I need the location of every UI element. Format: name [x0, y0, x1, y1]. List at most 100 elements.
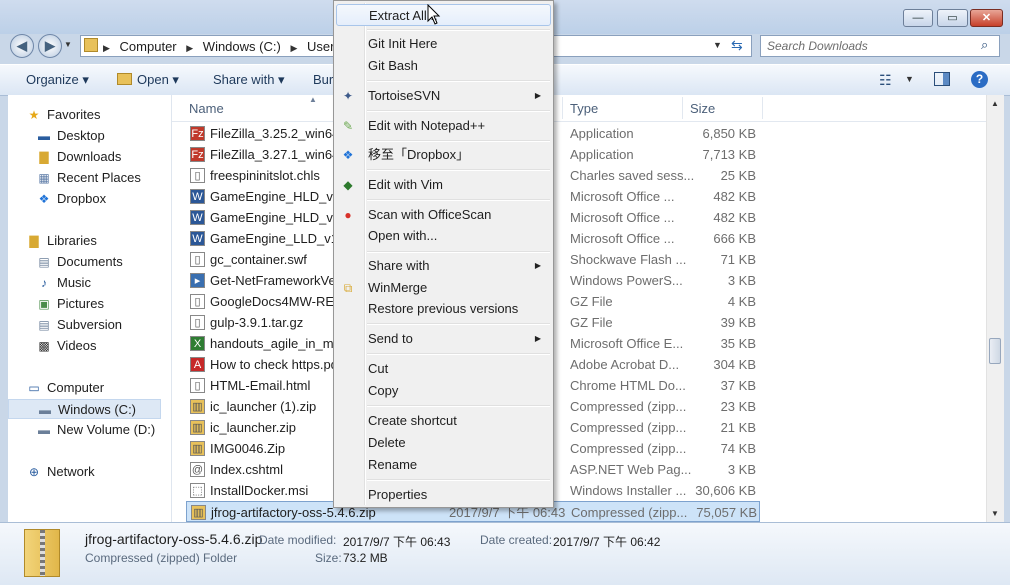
recent-places-icon: ▦ — [38, 171, 50, 185]
file-size: 482 KB — [713, 189, 756, 204]
menu-tortoisesvn[interactable]: ✦ TortoiseSVN ▶ — [336, 85, 551, 107]
scroll-down-icon[interactable]: ▼ — [991, 509, 999, 518]
nav-dropbox[interactable]: ❖ Dropbox — [36, 189, 107, 209]
close-button[interactable]: ✕ — [970, 9, 1003, 27]
open-button[interactable]: Open ▾ — [137, 72, 179, 88]
menu-winmerge[interactable]: ⧉ WinMerge — [336, 277, 551, 299]
nav-computer[interactable]: ▭ Computer — [26, 378, 104, 398]
menu-open-with[interactable]: Open with... — [336, 225, 551, 247]
file-size: 3 KB — [727, 273, 756, 288]
file-type: Adobe Acrobat D... — [570, 357, 680, 372]
menu-cut[interactable]: Cut — [336, 358, 551, 380]
nav-music[interactable]: ♪ Music — [36, 273, 91, 293]
column-divider — [682, 97, 683, 119]
desktop-icon: ▬ — [38, 129, 50, 143]
nav-recent-places[interactable]: ▦ Recent Places — [36, 168, 141, 188]
file-size: 74 KB — [720, 441, 756, 456]
menu-separator — [367, 199, 550, 201]
file-size: 25 KB — [720, 168, 756, 183]
file-type: ASP.NET Web Pag... — [570, 462, 692, 477]
file-size: 21 KB — [720, 420, 756, 435]
file-type: Compressed (zipp... — [570, 420, 687, 435]
submenu-arrow-icon: ▶ — [534, 261, 541, 270]
menu-separator — [367, 353, 550, 355]
chevron-right-icon: ▶ — [103, 43, 110, 53]
file-name: GameEngine_HLD_v1.2 — [210, 210, 351, 225]
nav-videos[interactable]: ▩ Videos — [36, 336, 96, 356]
back-button[interactable]: ◀ — [10, 34, 34, 58]
file-size: 23 KB — [720, 399, 756, 414]
help-icon[interactable]: ? — [971, 71, 988, 88]
column-type[interactable]: Type — [570, 101, 598, 116]
scroll-thumb[interactable] — [989, 338, 1001, 364]
search-box[interactable]: Search Downloads ⌕ — [760, 35, 1000, 57]
file-type: Microsoft Office E... — [570, 336, 684, 351]
history-dropdown-icon[interactable]: ▼ — [64, 40, 72, 49]
file-name: IMG0046.Zip — [210, 441, 286, 456]
drive-icon: ▬ — [38, 423, 50, 437]
nav-desktop[interactable]: ▬ Desktop — [36, 126, 105, 146]
vertical-scrollbar[interactable]: ▲ ▼ — [986, 95, 1004, 522]
nav-pictures[interactable]: ▣ Pictures — [36, 294, 104, 314]
music-icon: ♪ — [41, 276, 47, 290]
column-size[interactable]: Size — [690, 101, 715, 116]
menu-send-to[interactable]: Send to ▶ — [336, 328, 551, 350]
menu-edit-with-vim[interactable]: ◆ Edit with Vim — [336, 174, 551, 196]
nav-documents[interactable]: ▤ Documents — [36, 252, 122, 272]
file-name: Get-NetFrameworkVers — [210, 273, 347, 288]
menu-rename[interactable]: Rename — [336, 454, 551, 476]
share-with-button[interactable]: Share with ▾ — [213, 72, 285, 88]
minimize-button[interactable]: — — [903, 9, 933, 27]
menu-create-shortcut[interactable]: Create shortcut — [336, 410, 551, 432]
file-size: 3 KB — [727, 462, 756, 477]
menu-delete[interactable]: Delete — [336, 432, 551, 454]
details-pane: jfrog-artifactory-oss-5.4.6.zip Compress… — [0, 522, 1010, 585]
maximize-button[interactable]: ▭ — [937, 9, 968, 27]
menu-share-with[interactable]: Share with ▶ — [336, 255, 551, 277]
menu-extract-all[interactable]: Extract All... — [336, 4, 551, 26]
forward-button[interactable]: ▶ — [38, 34, 62, 58]
nav-new-volume-d[interactable]: ▬ New Volume (D:) — [36, 420, 155, 440]
search-icon[interactable]: ⌕ — [981, 37, 988, 53]
nav-subversion[interactable]: ▤ Subversion — [36, 315, 122, 335]
menu-copy[interactable]: Copy — [336, 380, 551, 402]
file-name: gc_container.swf — [210, 252, 307, 267]
menu-git-bash[interactable]: Git Bash — [336, 55, 551, 77]
tortoisesvn-icon: ✦ — [342, 89, 354, 103]
nav-favorites[interactable]: ★ Favorites — [26, 105, 101, 125]
maximize-icon: ▭ — [947, 12, 958, 24]
burn-button[interactable]: Bur — [313, 72, 333, 87]
file-size: 75,057 KB — [696, 505, 757, 520]
file-size: 71 KB — [720, 252, 756, 267]
scroll-up-icon[interactable]: ▲ — [991, 99, 999, 108]
menu-properties[interactable]: Properties — [336, 484, 551, 506]
zip-folder-icon — [24, 529, 60, 577]
menu-restore-previous[interactable]: Restore previous versions — [336, 298, 551, 320]
view-dropdown-icon[interactable]: ▼ — [905, 74, 914, 84]
refresh-icon[interactable]: ⇆ — [731, 37, 743, 54]
menu-git-init-here[interactable]: Git Init Here — [336, 33, 551, 55]
nav-libraries[interactable]: ▇ Libraries — [26, 231, 96, 251]
nav-network[interactable]: ⊕ Network — [26, 462, 95, 482]
nav-downloads[interactable]: ▇ Downloads — [36, 147, 121, 167]
videos-icon: ▩ — [38, 339, 50, 353]
view-options-icon[interactable]: ☷ — [879, 72, 892, 89]
installer-icon: ⬚ — [190, 483, 205, 498]
breadcrumb-windows-c[interactable]: Windows (C:) — [203, 39, 281, 54]
organize-button[interactable]: Organize ▾ — [26, 72, 89, 88]
menu-edit-notepadpp[interactable]: ✎ Edit with Notepad++ — [336, 115, 551, 137]
column-name[interactable]: Name — [189, 101, 224, 116]
file-type: Microsoft Office ... — [570, 189, 675, 204]
menu-separator — [367, 140, 550, 142]
breadcrumb-computer[interactable]: Computer — [120, 39, 177, 54]
file-name: GoogleDocs4MW-REL1 — [210, 294, 349, 309]
breadcrumb[interactable]: ▶ Computer ▶ Windows (C:) ▶ Users — [91, 39, 341, 54]
nav-windows-c[interactable]: ▬ Windows (C:) — [8, 399, 161, 419]
file-type: Shockwave Flash ... — [570, 252, 687, 267]
dropbox-icon: ❖ — [38, 192, 50, 206]
size-label: Size: — [315, 551, 342, 565]
menu-scan-officescan[interactable]: ● Scan with OfficeScan — [336, 204, 551, 226]
address-dropdown-icon[interactable]: ▼ — [713, 40, 722, 50]
preview-pane-icon[interactable] — [934, 72, 950, 86]
menu-move-to-dropbox[interactable]: ❖ 移至「Dropbox」 — [336, 144, 551, 166]
